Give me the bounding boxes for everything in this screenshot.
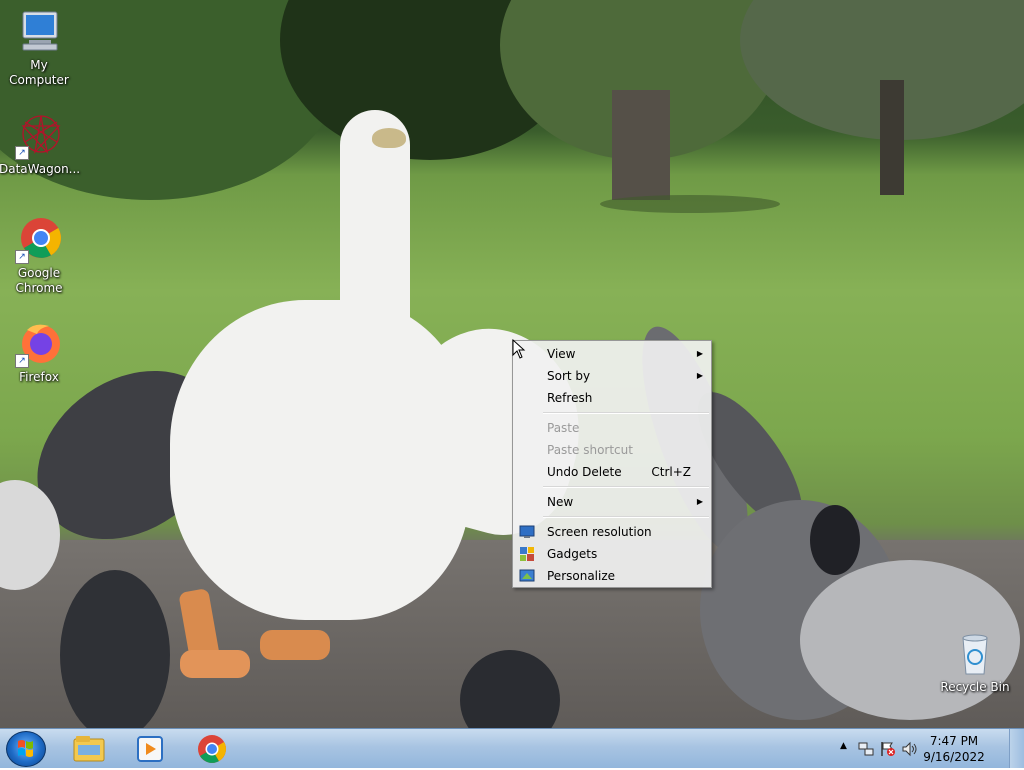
desktop-icon-recycle-bin[interactable]: Recycle Bin (935, 630, 1015, 695)
screen-resolution-icon (519, 524, 535, 540)
action-center-flag-icon[interactable] (880, 741, 896, 757)
menu-item-label: View (547, 347, 576, 361)
menu-separator (543, 412, 709, 414)
menu-item-label: Refresh (547, 391, 593, 405)
desktop-icon-my-computer[interactable]: My Computer (0, 8, 79, 88)
menu-item-label: Personalize (547, 569, 616, 583)
firefox-icon: ↗ (15, 320, 63, 368)
system-clock[interactable]: 7:47 PM 9/16/2022 (914, 733, 994, 765)
media-player-icon (137, 736, 163, 762)
clock-date: 9/16/2022 (923, 750, 985, 764)
gadgets-icon (519, 546, 535, 562)
datawagon-icon: ↗ (15, 112, 63, 160)
menu-item-label: Paste shortcut (547, 443, 633, 457)
network-icon[interactable] (858, 741, 874, 757)
menu-item-label: Undo Delete (547, 465, 622, 479)
taskbar-chrome[interactable] (184, 731, 240, 767)
windows-logo-icon (18, 740, 33, 757)
desktop-icon-google-chrome[interactable]: ↗ Google Chrome (0, 216, 79, 296)
desktop-icon-label: Recycle Bin (940, 680, 1010, 694)
menu-item-undo-delete[interactable]: Undo Delete Ctrl+Z (513, 461, 711, 483)
menu-item-refresh[interactable]: Refresh (513, 387, 711, 409)
chrome-icon (198, 735, 226, 763)
recycle-bin-icon (951, 630, 999, 678)
desktop-icon-datawagon[interactable]: ↗ DataWagon... (0, 112, 81, 177)
shortcut-arrow-icon: ↗ (15, 354, 29, 368)
clock-time: 7:47 PM (929, 734, 979, 748)
desktop-icon-firefox[interactable]: ↗ Firefox (0, 320, 79, 385)
menu-item-label: Paste (547, 421, 580, 435)
submenu-arrow-icon: ▶ (696, 497, 703, 506)
notification-area: ▲ 7:47 PM 9/16/2022 (834, 729, 1024, 769)
menu-item-label: Sort by (547, 369, 591, 383)
desktop-icon-label: Google Chrome (15, 266, 63, 295)
menu-item-sort-by[interactable]: Sort by ▶ (513, 365, 711, 387)
menu-item-shortcut: Ctrl+Z (651, 465, 691, 479)
menu-item-paste-shortcut: Paste shortcut (513, 439, 711, 461)
menu-item-label: New (547, 495, 574, 509)
shortcut-arrow-icon: ↗ (15, 146, 29, 160)
menu-item-screen-resolution[interactable]: Screen resolution (513, 521, 711, 543)
submenu-arrow-icon: ▶ (696, 349, 703, 358)
menu-item-view[interactable]: View ▶ (513, 343, 711, 365)
desktop-icon-label: Firefox (19, 370, 59, 384)
submenu-arrow-icon: ▶ (696, 371, 703, 380)
taskbar-media-player[interactable] (122, 731, 178, 767)
mouse-cursor-icon (512, 339, 526, 359)
shortcut-arrow-icon: ↗ (15, 250, 29, 264)
windows-explorer-icon (73, 736, 105, 762)
menu-item-label: Screen resolution (547, 525, 652, 539)
desktop-icon-label: DataWagon... (0, 162, 81, 176)
computer-icon (15, 8, 63, 56)
show-hidden-icons-arrow[interactable]: ▲ (840, 741, 847, 751)
menu-item-gadgets[interactable]: Gadgets (513, 543, 711, 565)
menu-separator (543, 516, 709, 518)
chrome-icon: ↗ (15, 216, 63, 264)
menu-separator (543, 486, 709, 488)
menu-item-new[interactable]: New ▶ (513, 491, 711, 513)
personalize-icon (519, 568, 535, 584)
menu-item-label: Gadgets (547, 547, 598, 561)
taskbar-windows-explorer[interactable] (60, 731, 116, 767)
menu-item-paste: Paste (513, 417, 711, 439)
taskbar: ▲ 7:47 PM 9/16/2022 (0, 728, 1024, 768)
show-desktop-button[interactable] (1009, 729, 1024, 768)
menu-item-personalize[interactable]: Personalize (513, 565, 711, 587)
desktop-context-menu: View ▶ Sort by ▶ Refresh Paste Paste sho… (512, 340, 712, 588)
start-button[interactable] (6, 731, 46, 767)
desktop-icon-label: My Computer (9, 58, 69, 87)
